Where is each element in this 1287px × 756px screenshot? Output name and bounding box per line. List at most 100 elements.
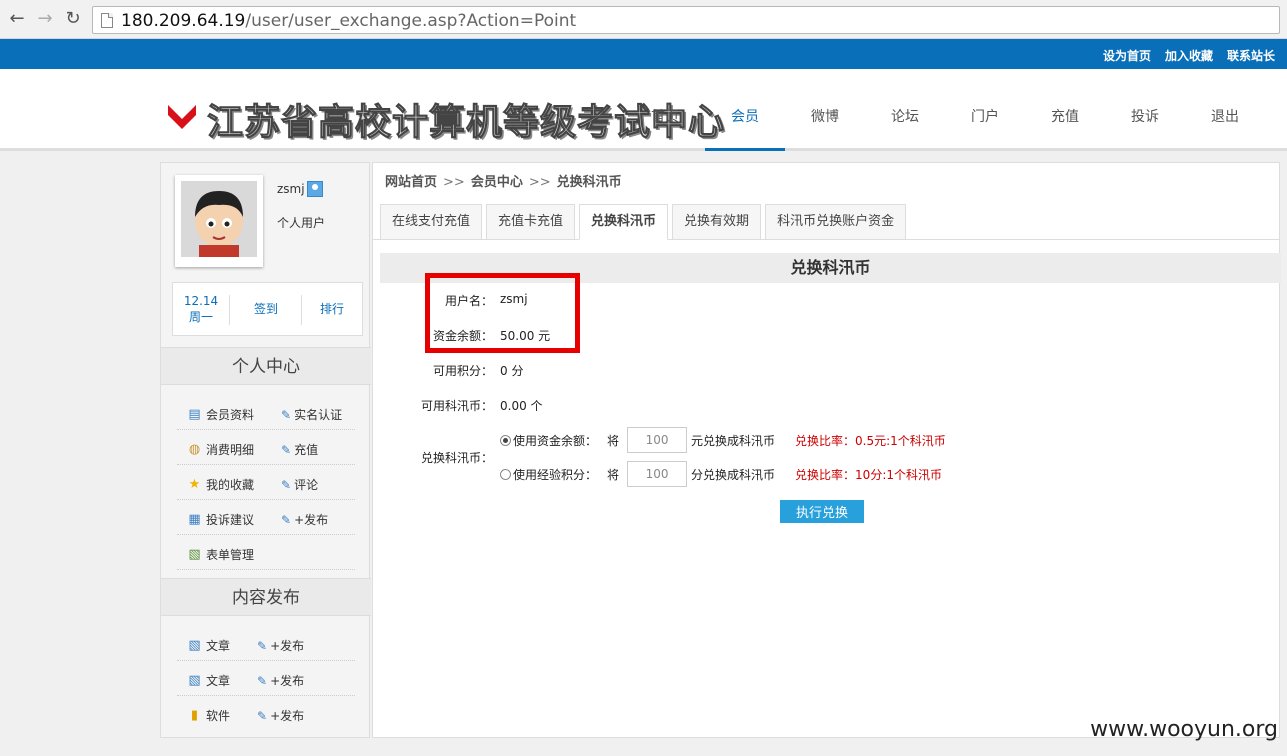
menu-item-complaint[interactable]: ▦ 投诉建议 xyxy=(187,511,254,528)
weekday-text: 周一 xyxy=(188,310,213,324)
tab-coins-to-funds[interactable]: 科汛币兑换账户资金 xyxy=(765,204,907,240)
menu-item-forms[interactable]: ▧ 表单管理 xyxy=(187,546,254,563)
breadcrumb-member-center[interactable]: 会员中心 xyxy=(471,175,523,190)
tab-exchange-validity[interactable]: 兑换有效期 xyxy=(672,204,762,240)
rank-link[interactable]: 排行 xyxy=(309,301,355,317)
nav-forum[interactable]: 论坛 xyxy=(865,69,945,151)
points-label: 可用积分： xyxy=(432,364,493,378)
top-links: 设为首页 加入收藏 联系站长 xyxy=(1103,47,1275,64)
calendar-icon: ▦ xyxy=(188,511,201,527)
menu-label: 投诉建议 xyxy=(206,513,255,527)
main-nav: 首页 会员 微博 论坛 门户 充值 投诉 退出 xyxy=(625,69,1265,151)
nav-member[interactable]: 会员 xyxy=(705,69,785,151)
menu-label: 会员资料 xyxy=(206,408,255,422)
menu-sub-recharge[interactable]: ✎ 充值 xyxy=(281,441,318,458)
option-prefix: 将 xyxy=(607,467,620,482)
breadcrumb: 网站首页 >> 会员中心 >> 兑换科汛币 xyxy=(385,171,622,190)
menu-row: ▧ 文章 ✎ +发布 xyxy=(177,626,355,661)
user-badge-icon xyxy=(307,181,323,197)
menu-label: 文章 xyxy=(206,674,231,688)
pencil-icon: ✎ xyxy=(281,442,292,457)
avatar[interactable] xyxy=(181,181,257,257)
menu-row: ▧ 表单管理 xyxy=(177,535,355,570)
nav-complaint[interactable]: 投诉 xyxy=(1105,69,1185,151)
menu-item-article-2[interactable]: ▧ 文章 xyxy=(187,672,230,689)
tab-card-recharge[interactable]: 充值卡充值 xyxy=(486,204,576,240)
menu-sub-publish-article[interactable]: ✎ +发布 xyxy=(257,637,304,654)
nav-weibo[interactable]: 微博 xyxy=(785,69,865,151)
personal-center-title: 个人中心 xyxy=(161,347,371,385)
menu-sub-verify[interactable]: ✎ 实名认证 xyxy=(281,406,342,423)
menu-sub-publish-article-2[interactable]: ✎ +发布 xyxy=(257,672,304,689)
site-header: 江苏省高校计算机等级考试中心 首页 会员 微博 论坛 门户 充值 投诉 退出 xyxy=(0,69,1287,151)
breadcrumb-home[interactable]: 网站首页 xyxy=(385,175,437,190)
menu-label: 软件 xyxy=(206,709,231,723)
menu-item-profile[interactable]: ▤ 会员资料 xyxy=(187,406,254,423)
menu-item-software[interactable]: ▮ 软件 xyxy=(187,707,230,724)
star-icon: ★ xyxy=(188,476,201,492)
forward-arrow-icon[interactable]: → xyxy=(34,8,56,30)
option-suffix: 元兑换成科汛币 xyxy=(691,433,776,448)
exchange-rate-text: 兑换比率：10分:1个科汛币 xyxy=(795,467,942,482)
divider xyxy=(229,295,230,325)
radio-use-balance[interactable] xyxy=(500,434,511,446)
pencil-icon: ✎ xyxy=(281,407,292,422)
article-icon: ▧ xyxy=(188,637,201,653)
menu-row: ▤ 会员资料 ✎ 实名认证 xyxy=(177,395,355,430)
reload-icon[interactable]: ↻ xyxy=(62,8,84,30)
nav-logout[interactable]: 退出 xyxy=(1185,69,1265,151)
menu-item-article[interactable]: ▧ 文章 xyxy=(187,637,230,654)
set-homepage-link[interactable]: 设为首页 xyxy=(1103,47,1151,64)
add-favorite-link[interactable]: 加入收藏 xyxy=(1165,47,1213,64)
tab-online-payment[interactable]: 在线支付充值 xyxy=(380,204,483,240)
address-bar[interactable]: 180.209.64.19/user/user_exchange.asp?Act… xyxy=(92,6,1280,34)
menu-sub-label: +发布 xyxy=(270,639,305,653)
pencil-icon: ✎ xyxy=(281,477,292,492)
menu-item-favorites[interactable]: ★ 我的收藏 xyxy=(187,476,254,493)
menu-sub-label: +发布 xyxy=(294,513,329,527)
menu-row: ◍ 消费明细 ✎ 充值 xyxy=(177,430,355,465)
back-arrow-icon[interactable]: ← xyxy=(6,8,28,30)
top-strip: 设为首页 加入收藏 联系站长 xyxy=(0,39,1287,69)
profile-card-icon: ▤ xyxy=(188,406,201,422)
pencil-icon: ✎ xyxy=(281,512,292,527)
checkin-link[interactable]: 签到 xyxy=(243,301,289,317)
nav-portal[interactable]: 门户 xyxy=(945,69,1025,151)
user-type: 个人用户 xyxy=(277,216,326,230)
page-icon xyxy=(101,13,113,28)
menu-row: ▧ 文章 ✎ +发布 xyxy=(177,661,355,696)
coins-label: 可用科汛币： xyxy=(420,399,493,413)
option-label: 使用经验积分： xyxy=(513,467,598,482)
breadcrumb-current: 兑换科汛币 xyxy=(556,175,622,190)
contact-admin-link[interactable]: 联系站长 xyxy=(1227,47,1275,64)
menu-row: ▦ 投诉建议 ✎ +发布 xyxy=(177,500,355,535)
username: zsmj xyxy=(277,182,305,196)
exchange-rate-text: 兑换比率：0.5元:1个科汛币 xyxy=(795,433,946,448)
software-icon: ▮ xyxy=(190,707,199,723)
menu-sub-publish-software[interactable]: ✎ +发布 xyxy=(257,707,304,724)
menu-label: 文章 xyxy=(206,639,231,653)
nav-recharge[interactable]: 充值 xyxy=(1025,69,1105,151)
exchange-label: 兑换科汛币： xyxy=(420,451,493,465)
execute-exchange-button[interactable]: 执行兑换 xyxy=(780,500,864,523)
menu-sub-label: 评论 xyxy=(294,478,319,492)
nav-home[interactable]: 首页 xyxy=(625,69,705,151)
option-points-row: 使用经验积分： 将 分兑换成科汛币 兑换比率：10分:1个科汛币 xyxy=(500,461,942,487)
article-icon: ▧ xyxy=(188,672,201,688)
watermark: www.wooyun.org xyxy=(1090,717,1278,742)
menu-label: 表单管理 xyxy=(206,548,255,562)
menu-row: ▮ 软件 ✎ +发布 xyxy=(177,696,355,731)
coin-bag-icon: ◍ xyxy=(188,441,201,457)
menu-item-consumption[interactable]: ◍ 消费明细 xyxy=(187,441,254,458)
option-prefix: 将 xyxy=(607,433,620,448)
menu-sub-publish[interactable]: ✎ +发布 xyxy=(281,511,328,528)
pencil-icon: ✎ xyxy=(257,708,268,723)
radio-use-points[interactable] xyxy=(500,468,511,480)
tab-exchange-coins[interactable]: 兑换科汛币 xyxy=(579,204,669,240)
menu-sub-comment[interactable]: ✎ 评论 xyxy=(281,476,318,493)
points-value: 0 分 xyxy=(500,364,524,378)
points-amount-input[interactable] xyxy=(627,461,688,487)
menu-row: ★ 我的收藏 ✎ 评论 xyxy=(177,465,355,500)
highlight-annotation xyxy=(425,273,580,353)
balance-amount-input[interactable] xyxy=(627,427,688,453)
